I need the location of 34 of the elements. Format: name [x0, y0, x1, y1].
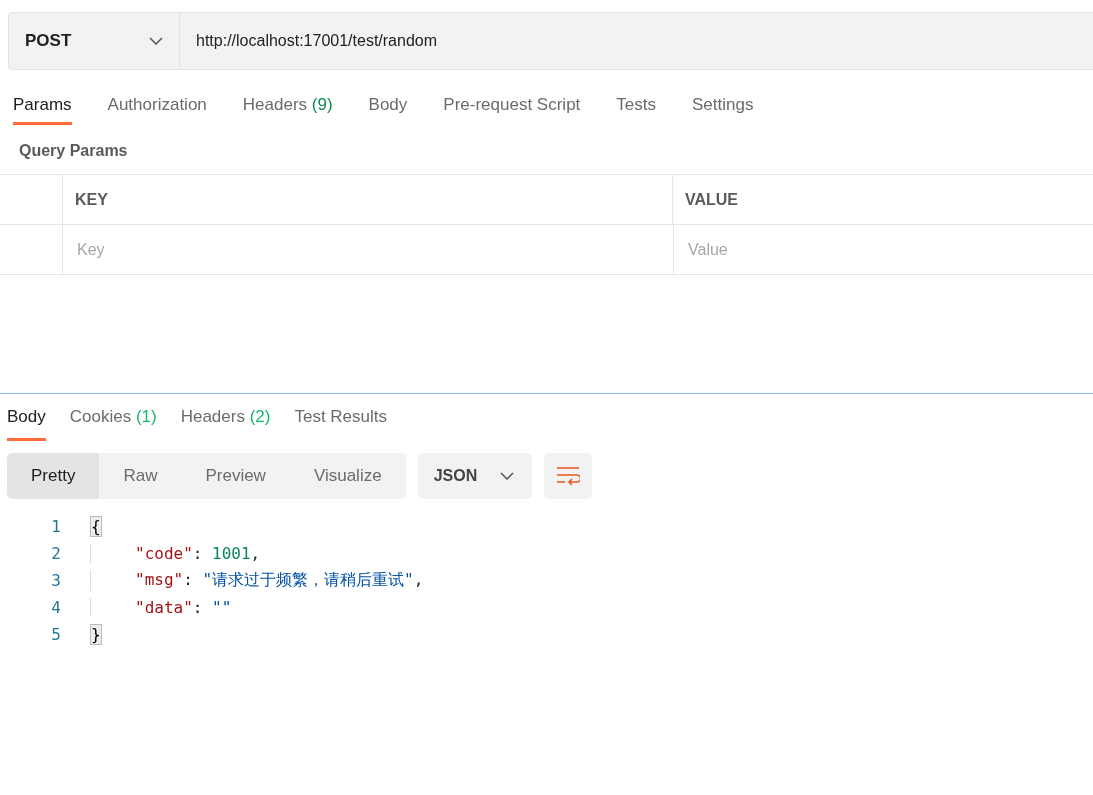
line-number: 2	[50, 544, 61, 563]
code-line: "code": 1001,	[90, 544, 261, 563]
line-number: 4	[50, 598, 61, 617]
format-dropdown[interactable]: JSON	[417, 453, 532, 499]
format-label: JSON	[433, 467, 478, 485]
tab[interactable]: Settings	[692, 95, 754, 125]
line-number: 5	[50, 625, 61, 644]
tab[interactable]: Params	[13, 95, 72, 125]
line-number: 1	[50, 517, 61, 536]
chevron-down-icon	[499, 472, 514, 480]
tab[interactable]: Tests	[616, 95, 656, 125]
tab[interactable]: Test Results	[294, 407, 388, 441]
tab[interactable]: Body	[7, 407, 46, 441]
tab[interactable]: Headers (9)	[242, 95, 333, 125]
tab[interactable]: Body	[368, 95, 408, 125]
view-mode-tab[interactable]: Pretty	[7, 453, 100, 499]
tab[interactable]: Pre-request Script	[443, 95, 581, 125]
method-dropdown[interactable]: POST	[8, 12, 180, 70]
column-header: VALUE	[684, 189, 740, 210]
column-header: KEY	[63, 175, 673, 224]
code-line: "data": ""	[90, 598, 232, 617]
url-field[interactable]: http://localhost:17001/test/random	[180, 12, 1093, 70]
code-line: "msg": "请求过于频繁，请稍后重试",	[90, 570, 424, 591]
tab[interactable]: Authorization	[107, 95, 207, 125]
line-number: 3	[50, 571, 61, 590]
tab[interactable]: Headers (2)	[180, 407, 271, 441]
section-title: Query Params	[18, 141, 129, 161]
code-line: {	[90, 517, 101, 536]
method-label: POST	[25, 31, 72, 51]
wrap-lines-button[interactable]	[543, 453, 592, 499]
tab[interactable]: Cookies (1)	[69, 407, 157, 441]
wrap-lines-icon	[555, 466, 580, 486]
chevron-down-icon	[149, 37, 163, 45]
code-line: }	[90, 625, 101, 644]
